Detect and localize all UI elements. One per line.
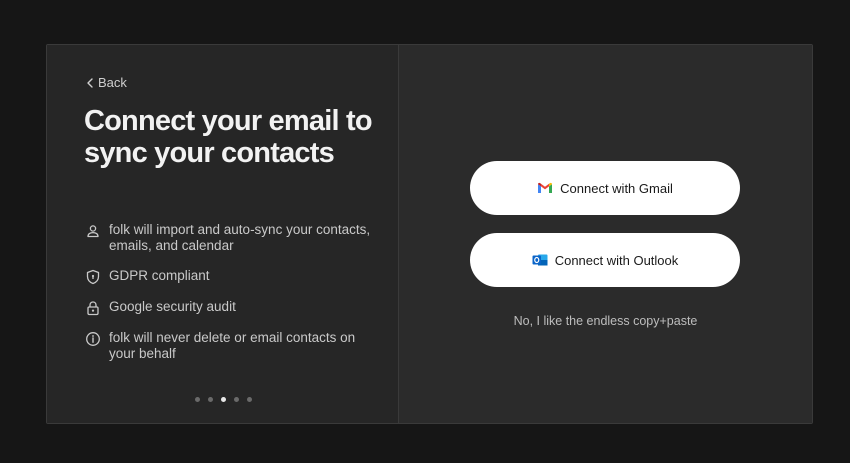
connect-panel: Connect with Gmail Connect with Outlook … — [399, 45, 812, 423]
pagination-dot[interactable] — [247, 397, 252, 402]
pagination-dot[interactable] — [195, 397, 200, 402]
info-icon — [86, 332, 100, 346]
shield-icon — [86, 269, 100, 285]
pagination-dot[interactable] — [208, 397, 213, 402]
page-title: Connect your email to sync your contacts — [84, 105, 373, 169]
gmail-icon — [538, 182, 553, 193]
skip-link[interactable]: No, I like the endless copy+paste — [399, 314, 812, 328]
feature-item: folk will import and auto-sync your cont… — [85, 222, 375, 254]
info-panel: Back Connect your email to sync your con… — [47, 45, 399, 423]
onboarding-modal: Back Connect your email to sync your con… — [46, 44, 813, 424]
feature-text: folk will never delete or email contacts… — [109, 330, 356, 361]
feature-text: GDPR compliant — [109, 268, 210, 283]
connect-gmail-label: Connect with Gmail — [560, 180, 673, 196]
pagination-dot[interactable] — [234, 397, 239, 402]
feature-item: Google security audit — [85, 299, 375, 316]
pagination-dot-active[interactable] — [221, 397, 226, 402]
pagination-dots — [195, 397, 252, 402]
feature-text: folk will import and auto-sync your cont… — [109, 222, 371, 253]
back-button[interactable]: Back — [86, 75, 127, 90]
feature-text: Google security audit — [109, 299, 236, 314]
user-icon — [87, 225, 99, 238]
feature-list: folk will import and auto-sync your cont… — [85, 222, 375, 376]
feature-item: GDPR compliant — [85, 268, 375, 285]
outlook-icon — [532, 254, 548, 266]
connect-gmail-button[interactable]: Connect with Gmail — [470, 161, 740, 215]
lock-icon — [87, 301, 99, 316]
back-label: Back — [98, 75, 127, 90]
feature-item: folk will never delete or email contacts… — [85, 330, 375, 362]
connect-outlook-label: Connect with Outlook — [554, 252, 679, 268]
chevron-left-icon — [87, 77, 93, 88]
connect-outlook-button[interactable]: Connect with Outlook — [470, 233, 740, 287]
